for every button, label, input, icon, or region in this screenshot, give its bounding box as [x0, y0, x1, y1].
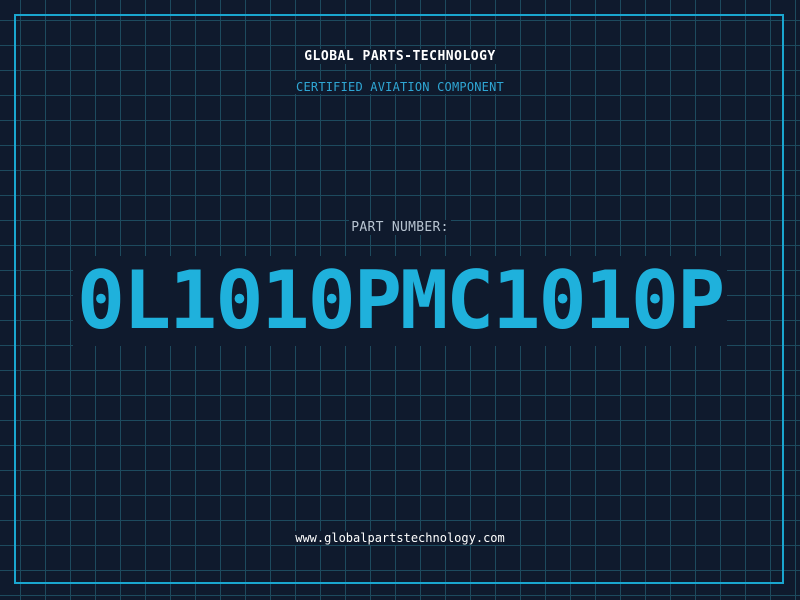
website-url: www.globalpartstechnology.com — [0, 531, 800, 545]
tagline: CERTIFIED AVIATION COMPONENT — [0, 80, 800, 94]
part-number-label: PART NUMBER: — [0, 220, 800, 235]
company-name: GLOBAL PARTS-TECHNOLOGY — [0, 49, 800, 64]
tagline-text: CERTIFIED AVIATION COMPONENT — [294, 80, 506, 94]
part-number: 0L1010PMC1010P — [0, 256, 800, 346]
label-canvas: GLOBAL PARTS-TECHNOLOGY CERTIFIED AVIATI… — [0, 0, 800, 600]
company-name-text: GLOBAL PARTS-TECHNOLOGY — [302, 49, 498, 64]
part-number-label-text: PART NUMBER: — [349, 220, 451, 235]
website-url-text: www.globalpartstechnology.com — [293, 531, 507, 545]
part-number-value: 0L1010PMC1010P — [72, 256, 728, 346]
